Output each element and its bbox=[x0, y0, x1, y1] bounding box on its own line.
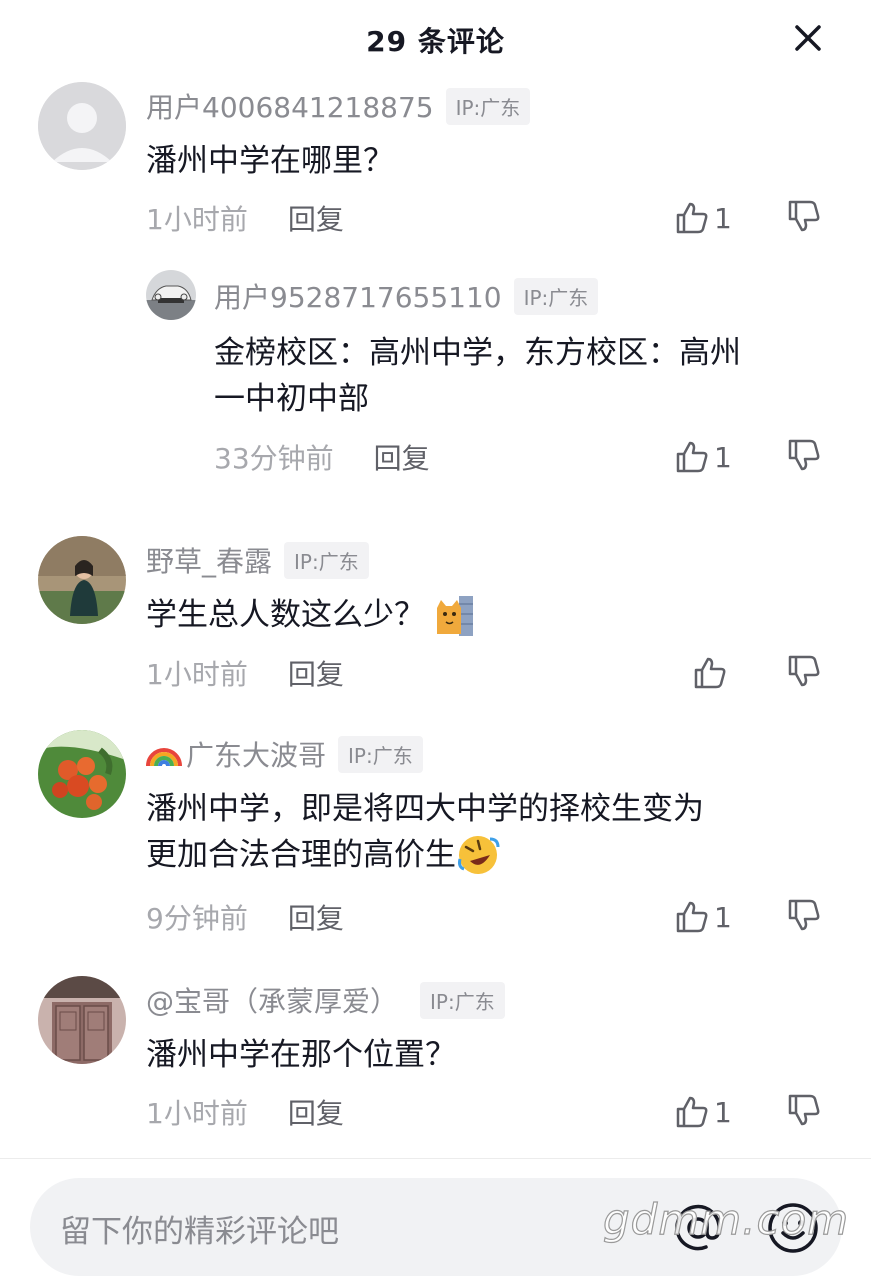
thumbs-up-icon bbox=[676, 1096, 708, 1128]
like-button[interactable]: 1 bbox=[674, 437, 732, 477]
reply-button[interactable]: 回复 bbox=[288, 198, 344, 238]
comment-meta: 1小时前 回复 bbox=[146, 198, 344, 238]
peeking-cat-emoji-icon bbox=[437, 596, 473, 636]
default-user-avatar-icon bbox=[38, 82, 126, 170]
close-icon bbox=[795, 25, 821, 51]
like-button[interactable]: 1 bbox=[674, 1092, 732, 1132]
comment-input-placeholder[interactable]: 留下你的精彩评论吧 bbox=[60, 1206, 339, 1251]
reply-button[interactable]: 回复 bbox=[288, 1092, 344, 1132]
thumbs-up-icon bbox=[676, 901, 708, 933]
thumbs-down-icon bbox=[788, 439, 820, 471]
comment-text: 潘州中学在哪里？ bbox=[146, 143, 394, 179]
reply-user-avatar[interactable] bbox=[146, 270, 196, 320]
ip-location-badge: IP:广东 bbox=[513, 277, 599, 315]
reply-text-line: 金榜校区：高州中学，东方校区：高州 bbox=[214, 335, 741, 371]
thumbs-up-icon bbox=[676, 202, 708, 234]
thumbs-down-icon bbox=[788, 899, 820, 931]
like-count: 1 bbox=[714, 1095, 732, 1129]
comment-meta: 1小时前 回复 bbox=[146, 1092, 344, 1132]
like-button[interactable]: 1 bbox=[674, 897, 732, 937]
dislike-button[interactable] bbox=[786, 437, 826, 477]
comment-author-row: 野草_春露 IP:广东 bbox=[146, 540, 369, 580]
thumbs-up-icon bbox=[694, 657, 726, 689]
comment-text-line: 更加合法合理的高价生 bbox=[146, 837, 456, 873]
like-button[interactable]: 1 bbox=[674, 198, 732, 238]
reply-author-row: 用户9528717655110 IP:广东 bbox=[214, 276, 599, 316]
thumbs-up-icon bbox=[676, 441, 708, 473]
reply-time: 33分钟前 bbox=[214, 442, 334, 475]
close-button[interactable] bbox=[788, 18, 828, 58]
like-button[interactable] bbox=[692, 653, 732, 693]
site-watermark: gdmm.com bbox=[602, 1194, 850, 1244]
reply-meta: 33分钟前 回复 bbox=[214, 437, 430, 477]
comment-time: 1小时前 bbox=[146, 203, 248, 236]
dislike-button[interactable] bbox=[786, 897, 826, 937]
author-name[interactable]: 野草_春露 bbox=[146, 540, 272, 580]
user-avatar[interactable] bbox=[38, 536, 126, 624]
dislike-button[interactable] bbox=[786, 653, 826, 693]
fruit-photo-avatar-icon bbox=[38, 730, 126, 818]
divider bbox=[0, 1158, 871, 1159]
ip-location-badge: IP:广东 bbox=[284, 541, 369, 579]
like-count: 1 bbox=[714, 440, 732, 474]
ip-location-badge: IP:广东 bbox=[338, 735, 423, 773]
comment-meta: 1小时前 回复 bbox=[146, 653, 344, 693]
reply-button[interactable]: 回复 bbox=[374, 437, 430, 477]
rainbow-emoji-icon bbox=[146, 748, 182, 767]
comment-author-row: @宝哥（承蒙厚爱） IP:广东 bbox=[146, 980, 505, 1020]
comment-count-title: 29 条评论 bbox=[366, 25, 505, 58]
ip-location-badge: IP:广东 bbox=[445, 87, 531, 125]
reply-button[interactable]: 回复 bbox=[288, 653, 344, 693]
thumbs-down-icon bbox=[788, 655, 820, 687]
ip-location-badge: IP:广东 bbox=[420, 981, 505, 1019]
comment-time: 9分钟前 bbox=[146, 902, 248, 935]
comments-header: 29 条评论 bbox=[0, 0, 871, 78]
comment-text-line-wrapper: 更加合法合理的高价生 bbox=[146, 832, 704, 878]
comment-meta: 9分钟前 回复 bbox=[146, 897, 344, 937]
comment-author-row: 广东大波哥 IP:广东 bbox=[146, 734, 423, 774]
comment-text-line: 潘州中学，即是将四大中学的择校生变为 bbox=[146, 791, 704, 827]
reply-button[interactable]: 回复 bbox=[288, 897, 344, 937]
user-avatar[interactable] bbox=[38, 730, 126, 818]
user-avatar[interactable] bbox=[38, 976, 126, 1064]
comment-time: 1小时前 bbox=[146, 658, 248, 691]
woman-photo-avatar-icon bbox=[38, 536, 126, 624]
rolling-laugh-emoji-icon bbox=[458, 836, 500, 874]
comment-time: 1小时前 bbox=[146, 1097, 248, 1130]
like-count: 1 bbox=[714, 900, 732, 934]
thumbs-down-icon bbox=[788, 1094, 820, 1126]
reply-text-line: 一中初中部 bbox=[214, 381, 369, 417]
comment-text: 学生总人数这么少？ bbox=[146, 592, 475, 638]
like-count: 1 bbox=[714, 201, 732, 235]
door-photo-avatar-icon bbox=[38, 976, 126, 1064]
author-name[interactable]: 用户4006841218875 bbox=[146, 86, 434, 126]
author-name[interactable]: @宝哥（承蒙厚爱） bbox=[146, 980, 398, 1020]
dislike-button[interactable] bbox=[786, 1092, 826, 1132]
comment-text-content: 学生总人数这么少？ bbox=[146, 597, 425, 633]
comment-text: 潘州中学在那个位置？ bbox=[146, 1037, 456, 1073]
comment-text: 潘州中学，即是将四大中学的择校生变为 更加合法合理的高价生 bbox=[146, 786, 704, 878]
thumbs-down-icon bbox=[788, 200, 820, 232]
comment-author-row: 用户4006841218875 IP:广东 bbox=[146, 86, 531, 126]
reply-text: 金榜校区：高州中学，东方校区：高州 一中初中部 bbox=[214, 330, 741, 422]
reply-author-name[interactable]: 用户9528717655110 bbox=[214, 276, 502, 316]
car-photo-avatar-icon bbox=[146, 270, 196, 320]
user-avatar[interactable] bbox=[38, 82, 126, 170]
dislike-button[interactable] bbox=[786, 198, 826, 238]
author-name[interactable]: 广东大波哥 bbox=[186, 734, 326, 774]
